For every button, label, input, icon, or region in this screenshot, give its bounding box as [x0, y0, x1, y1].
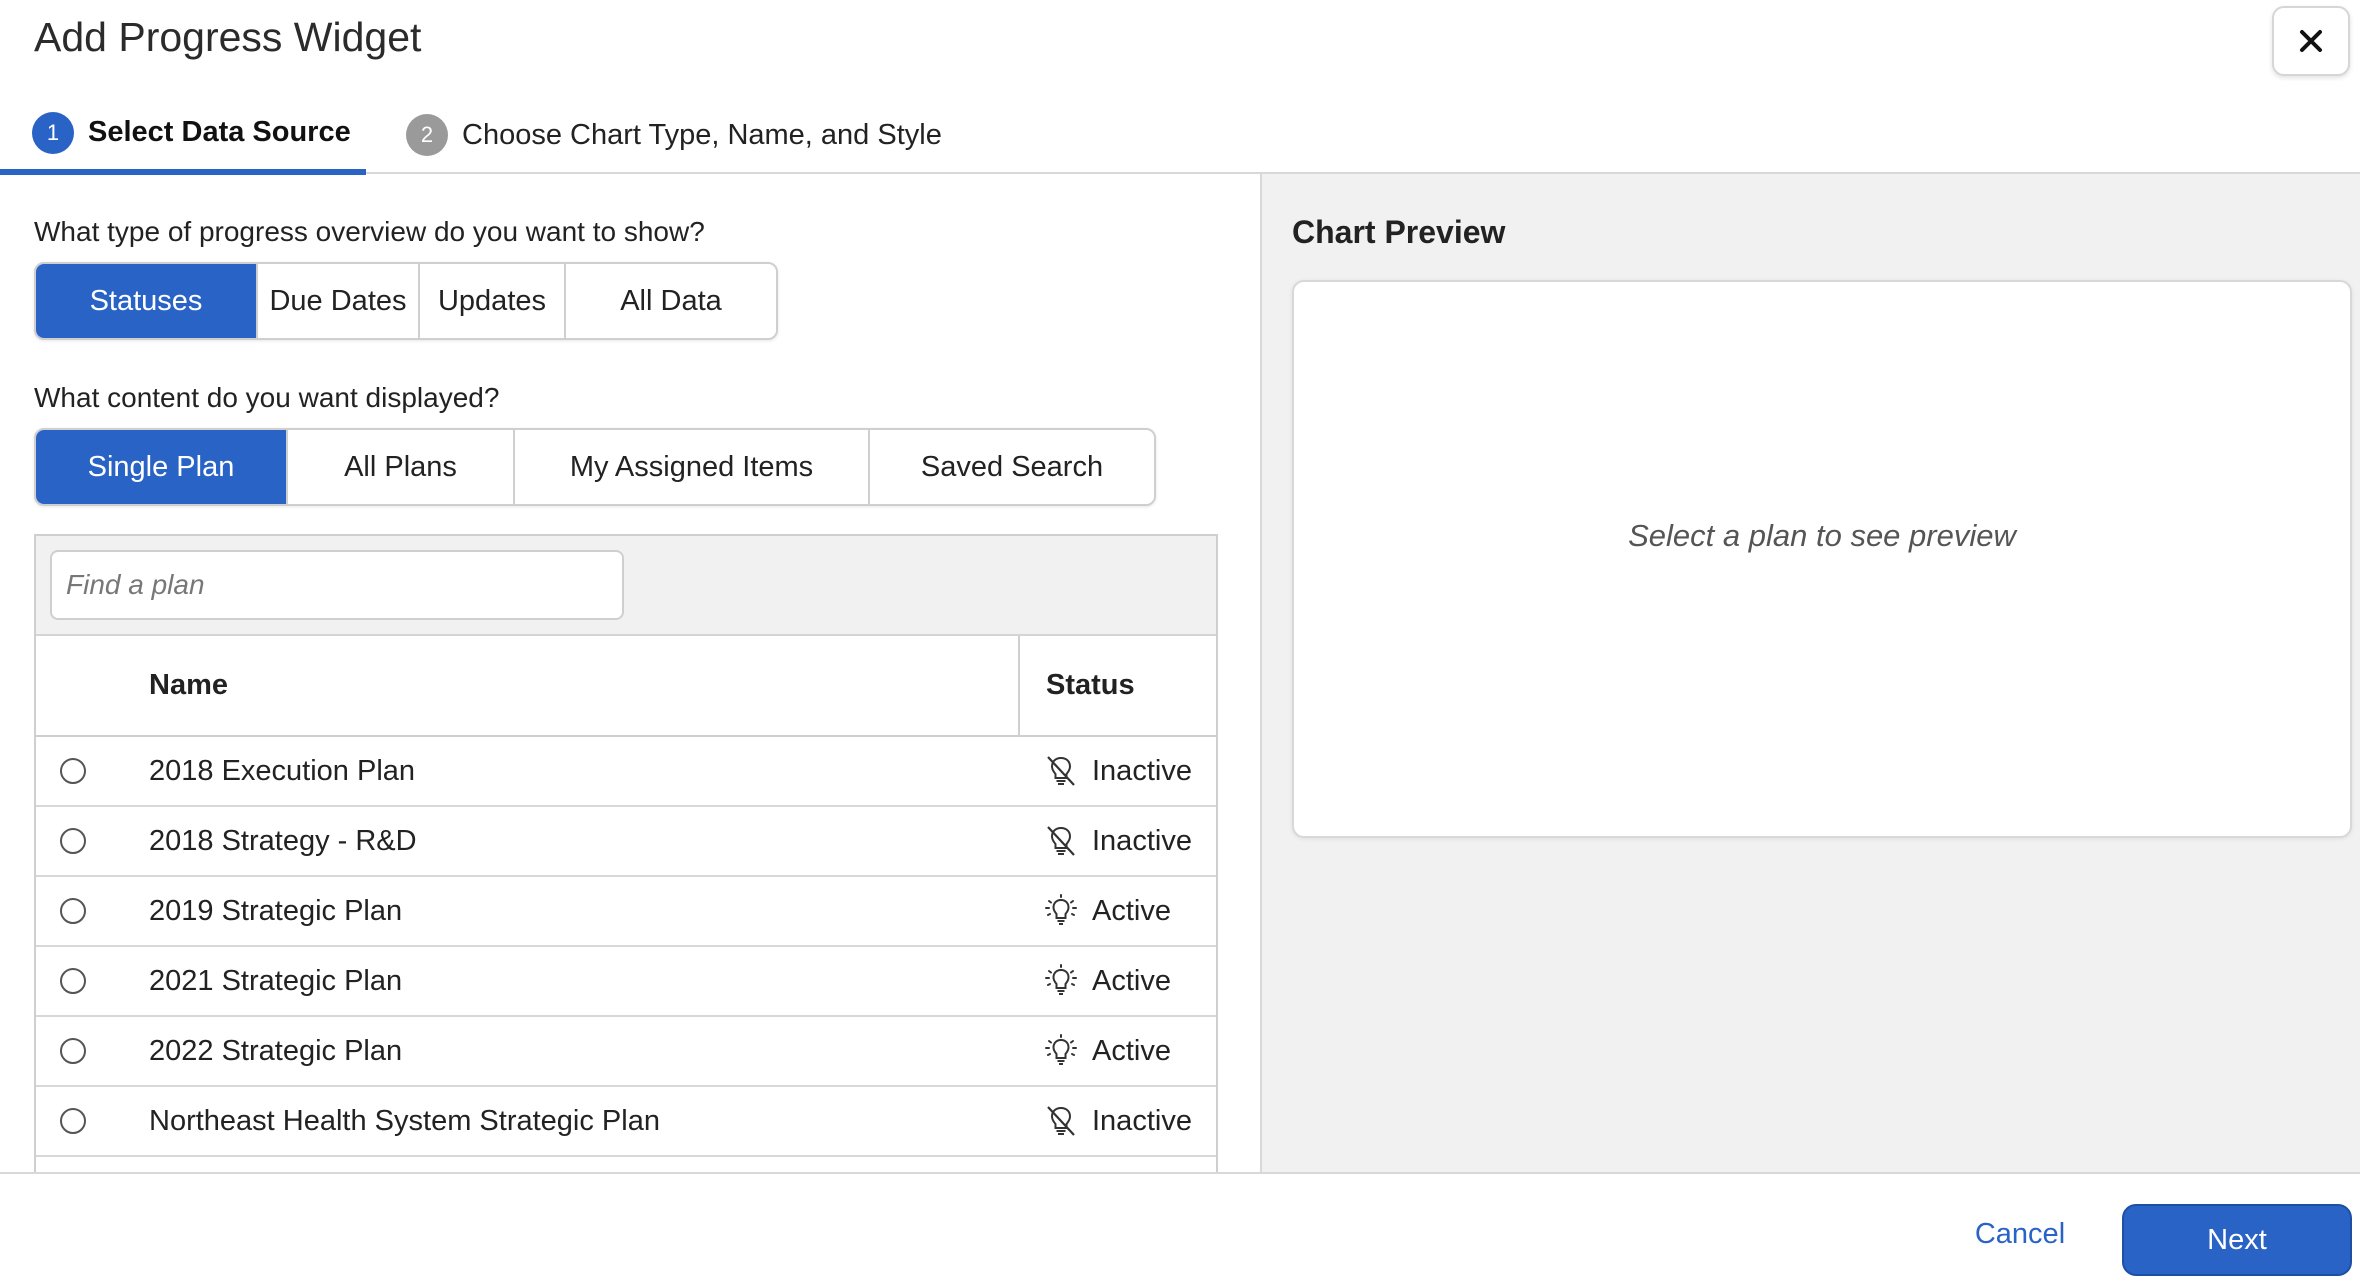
overview-question: What type of progress overview do you wa… [34, 216, 705, 247]
plan-status-label: Inactive [1092, 754, 1192, 787]
plan-status: Inactive [1018, 1087, 1192, 1155]
plan-table-header: Name Status [36, 636, 1216, 737]
plan-name: 2018 Execution Plan [149, 754, 416, 787]
chart-preview-panel: Chart Preview Select a plan to see previ… [1260, 174, 2360, 1173]
close-button[interactable] [2272, 6, 2350, 76]
content-option-my-assigned-items[interactable]: My Assigned Items [515, 430, 870, 504]
plan-status: Inactive [1018, 737, 1192, 805]
step-choose-chart-type[interactable]: 2 Choose Chart Type, Name, and Style [406, 96, 942, 174]
plan-status: Active [1018, 1017, 1171, 1085]
next-button[interactable]: Next [2122, 1204, 2352, 1276]
dialog-footer: Cancel Next [0, 1172, 2360, 1282]
content-option-single-plan[interactable]: Single Plan [36, 430, 288, 504]
plan-radio[interactable] [60, 758, 86, 784]
plan-list: Name Status 2018 Execution Plan Inactive… [34, 534, 1218, 1174]
lightbulb-off-icon [1047, 756, 1075, 786]
plan-radio[interactable] [60, 968, 86, 994]
overview-option-statuses[interactable]: Statuses [36, 264, 258, 338]
chart-preview-title: Chart Preview [1292, 214, 1506, 250]
step-select-data-source[interactable]: 1 Select Data Source [0, 96, 366, 175]
lightbulb-on-icon [1045, 1034, 1077, 1065]
lightbulb-off-icon [1047, 1106, 1075, 1136]
table-row[interactable]: 2019 Strategic Plan Active [36, 877, 1216, 947]
cancel-button[interactable]: Cancel [1950, 1204, 2090, 1264]
overview-option-due-dates[interactable]: Due Dates [258, 264, 420, 338]
overview-option-updates[interactable]: Updates [420, 264, 566, 338]
preview-empty-message: Select a plan to see preview [1628, 518, 2016, 553]
lightbulb-off-icon [1047, 826, 1075, 856]
plan-status: Inactive [1018, 807, 1192, 875]
plan-status-label: Inactive [1092, 824, 1192, 857]
plan-radio[interactable] [60, 1108, 86, 1134]
plan-name: 2018 Strategy - R&D [149, 824, 417, 857]
step-label: Choose Chart Type, Name, and Style [462, 118, 942, 151]
plan-status: Active [1018, 877, 1171, 945]
plan-list-toolbar [36, 536, 1216, 636]
column-header-name[interactable]: Name [149, 636, 228, 735]
table-row[interactable]: 2021 Strategic Plan Active [36, 947, 1216, 1017]
data-source-panel: What type of progress overview do you wa… [0, 174, 1260, 1174]
plan-name: 2019 Strategic Plan [149, 894, 403, 927]
overview-type-toggle: Statuses Due Dates Updates All Data [34, 262, 778, 340]
step-number: 2 [406, 114, 448, 156]
plan-status-label: Active [1092, 1034, 1171, 1067]
overview-option-all-data[interactable]: All Data [566, 264, 776, 338]
plan-name: 2021 Strategic Plan [149, 964, 403, 997]
step-number: 1 [32, 111, 74, 154]
step-label: Select Data Source [88, 116, 351, 148]
chart-preview-card: Select a plan to see preview [1292, 280, 2352, 838]
plan-radio[interactable] [60, 898, 86, 924]
plan-status: Active [1018, 947, 1171, 1015]
table-row[interactable]: 2022 Strategic Plan Active [36, 1017, 1216, 1087]
plan-status-label: Active [1092, 964, 1171, 997]
plan-radio[interactable] [60, 1038, 86, 1064]
content-type-toggle: Single Plan All Plans My Assigned Items … [34, 428, 1156, 506]
content-option-all-plans[interactable]: All Plans [288, 430, 515, 504]
table-row[interactable]: Northeast Health System Strategic Plan I… [36, 1087, 1216, 1157]
wizard-steps: 1 Select Data Source 2 Choose Chart Type… [0, 96, 2360, 175]
content-question: What content do you want displayed? [34, 382, 500, 413]
plan-name: Northeast Health System Strategic Plan [149, 1104, 660, 1137]
plan-radio[interactable] [60, 828, 86, 854]
lightbulb-on-icon [1045, 894, 1077, 925]
column-header-status[interactable]: Status [1018, 636, 1216, 735]
lightbulb-on-icon [1045, 964, 1077, 995]
plan-status-label: Inactive [1092, 1104, 1192, 1137]
find-plan-input[interactable] [50, 550, 624, 620]
dialog-title: Add Progress Widget [34, 14, 422, 60]
plan-name: 2022 Strategic Plan [149, 1034, 403, 1067]
table-row[interactable]: 2018 Execution Plan Inactive [36, 737, 1216, 807]
close-icon [2300, 30, 2322, 52]
content-option-saved-search[interactable]: Saved Search [870, 430, 1154, 504]
table-row[interactable]: 2018 Strategy - R&D Inactive [36, 807, 1216, 877]
plan-status-label: Active [1092, 894, 1171, 927]
